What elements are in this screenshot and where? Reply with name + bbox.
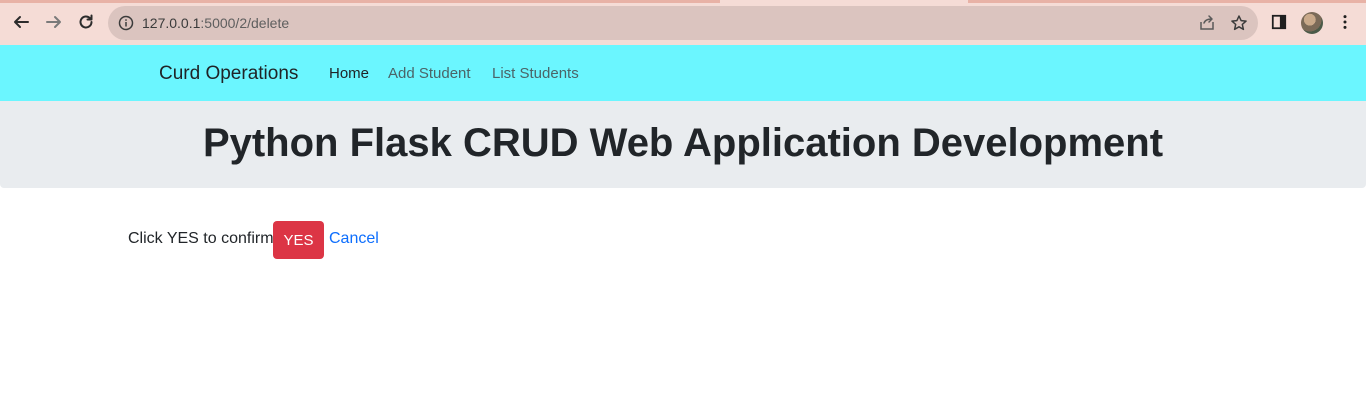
app-navbar: Curd Operations Home Add Student List St… — [0, 45, 1366, 101]
browser-toolbar: 127.0.0.1:5000/2/delete — [0, 0, 1366, 45]
yes-button[interactable]: YES — [273, 221, 324, 259]
navbar-brand[interactable]: Curd Operations — [159, 63, 298, 85]
page-title: Python Flask CRUD Web Application Develo… — [202, 121, 1164, 165]
address-bar[interactable]: 127.0.0.1:5000/2/delete — [108, 6, 1258, 40]
url-text[interactable]: 127.0.0.1:5000/2/delete — [142, 15, 289, 31]
profile-avatar[interactable] — [1301, 12, 1323, 34]
tab-strip-edge — [0, 0, 720, 3]
nav-link-home[interactable]: Home — [329, 65, 369, 83]
star-icon[interactable] — [1230, 14, 1248, 32]
tab-strip-edge — [968, 0, 1366, 3]
nav-link-add-student[interactable]: Add Student — [388, 65, 471, 83]
info-icon[interactable] — [118, 15, 134, 31]
confirm-message: Click YES to confirm — [128, 230, 274, 247]
cancel-link[interactable]: Cancel — [329, 230, 379, 248]
back-arrow-icon[interactable] — [9, 10, 33, 34]
reload-icon[interactable] — [74, 10, 98, 34]
side-panel-icon[interactable] — [1269, 12, 1289, 32]
nav-link-list-students[interactable]: List Students — [492, 65, 579, 83]
share-icon[interactable] — [1198, 14, 1216, 32]
forward-arrow-icon[interactable] — [42, 10, 66, 34]
url-host: 127.0.0.1 — [142, 15, 201, 31]
menu-dots-icon[interactable] — [1335, 12, 1355, 32]
url-path: :5000/2/delete — [200, 15, 290, 31]
page-header: Python Flask CRUD Web Application Develo… — [0, 101, 1366, 188]
